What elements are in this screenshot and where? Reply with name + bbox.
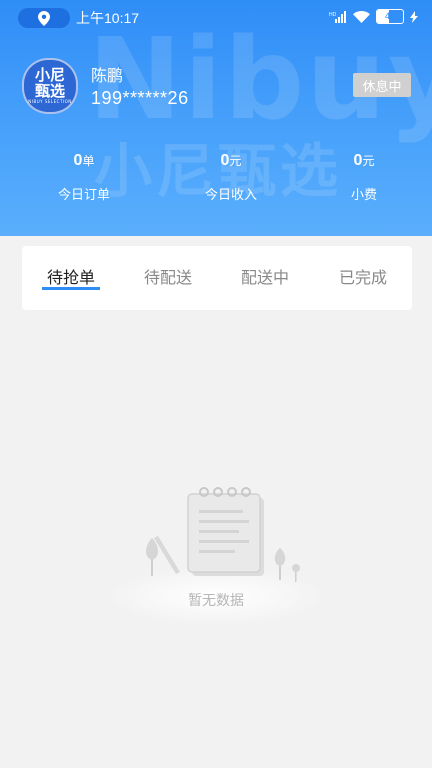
tab-delivering[interactable]: 配送中 — [220, 246, 310, 310]
status-time: 上午10:17 — [76, 10, 140, 26]
user-name: 陈鹏 — [91, 66, 124, 85]
stat-label: 今日订单 — [57, 188, 110, 203]
tab-completed[interactable]: 已完成 — [318, 246, 408, 310]
stat-label: 今日收入 — [204, 188, 257, 203]
rest-status-button[interactable]: 休息中 — [353, 73, 411, 97]
tab-pending-grab[interactable]: 待抢单 — [26, 246, 116, 310]
avatar-line2: 甄选 — [34, 82, 65, 100]
stat-unit: 元 — [362, 154, 375, 168]
avatar-line1: 小尼 — [34, 66, 65, 84]
status-icons: HD 45 — [329, 9, 418, 24]
stat-unit: 元 — [229, 154, 242, 168]
stat-today-orders: 0单 今日订单 — [24, 150, 144, 203]
battery-level: 45 — [384, 11, 395, 21]
svg-text:HD: HD — [329, 12, 337, 18]
stat-today-income: 0元 今日收入 — [171, 150, 291, 203]
avatar[interactable]: 小尼 甄选 NIBUY SELECTION — [22, 58, 78, 114]
empty-state: 暂无数据 — [106, 478, 326, 628]
user-phone: 199******26 — [91, 88, 189, 108]
empty-text: 暂无数据 — [188, 593, 244, 609]
location-pill — [18, 8, 70, 28]
location-icon — [38, 10, 50, 26]
active-tab-indicator — [42, 287, 100, 290]
status-bar: 上午10:17 HD 45 — [0, 0, 432, 34]
signal-icon: HD — [329, 10, 346, 23]
stat-tips: 0元 小费 — [304, 150, 424, 203]
profile-header: Nibuy 小尼甄选 上午10:17 HD 45 小尼 甄选 NIBUY SEL… — [0, 0, 432, 236]
stat-label: 小费 — [350, 188, 377, 203]
wifi-icon — [353, 10, 370, 23]
charging-icon — [410, 10, 418, 23]
battery-icon: 45 — [376, 9, 404, 24]
stat-unit: 单 — [82, 154, 95, 168]
tab-pending-delivery[interactable]: 待配送 — [123, 246, 213, 310]
avatar-subtitle: NIBUY SELECTION — [28, 99, 72, 104]
order-tabs: 待抢单 待配送 配送中 已完成 — [22, 246, 412, 310]
